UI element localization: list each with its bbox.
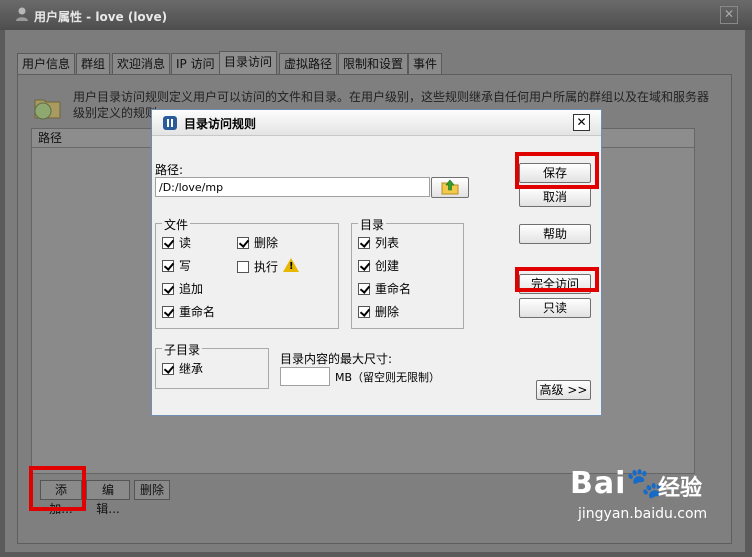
outer-close-icon[interactable]: ✕ bbox=[720, 6, 738, 24]
file-delete-checkbox[interactable]: 删除 bbox=[237, 235, 278, 251]
inherit-label: 继承 bbox=[179, 362, 204, 376]
directory-access-rule-dialog: 目录访问规则 ✕ 路径: 文件 读 写 追加 重命名 删除 执行 ! 目录 列表… bbox=[151, 109, 602, 416]
max-size-label: 目录内容的最大尺寸: bbox=[280, 352, 393, 366]
baidu-logo: Bai🐾 bbox=[570, 466, 665, 501]
read-only-button[interactable]: 只读 bbox=[519, 298, 591, 318]
file-append-label: 追加 bbox=[179, 282, 204, 296]
file-rename-label: 重命名 bbox=[179, 305, 216, 319]
checkbox-box[interactable] bbox=[162, 259, 174, 272]
edit-rule-button[interactable]: 编辑... bbox=[86, 480, 130, 516]
full-access-button[interactable]: 完全访问 bbox=[519, 274, 591, 294]
outer-titlebar: 用户属性 - love (love) ✕ bbox=[0, 0, 752, 30]
max-size-input[interactable] bbox=[280, 367, 330, 386]
checkbox-box[interactable] bbox=[162, 305, 174, 318]
dir-create-label: 创建 bbox=[375, 259, 400, 273]
dialog-title: 目录访问规则 bbox=[184, 117, 257, 131]
cancel-button[interactable]: 取消 bbox=[519, 187, 591, 207]
files-group-label: 文件 bbox=[162, 216, 191, 233]
tab-events[interactable]: 事件 bbox=[408, 53, 443, 74]
checkbox-box[interactable] bbox=[162, 236, 174, 249]
path-label: 路径: bbox=[155, 163, 184, 177]
watermark-site: jingyan.baidu.com bbox=[578, 506, 708, 522]
file-execute-checkbox[interactable]: 执行 bbox=[237, 259, 278, 275]
folder-globe-icon bbox=[34, 99, 61, 120]
tab-ip-access[interactable]: IP 访问 bbox=[171, 53, 220, 74]
tab-virtual-paths[interactable]: 虚拟路径 bbox=[279, 53, 338, 74]
tab-limits-settings[interactable]: 限制和设置 bbox=[338, 53, 409, 74]
dir-rename-label: 重命名 bbox=[375, 282, 412, 296]
file-delete-label: 删除 bbox=[254, 236, 279, 250]
tab-groups[interactable]: 群组 bbox=[76, 53, 111, 74]
file-execute-label: 执行 bbox=[254, 260, 279, 274]
outer-window-title: 用户属性 - love (love) bbox=[34, 10, 168, 24]
dir-rename-checkbox[interactable]: 重命名 bbox=[358, 281, 411, 297]
checkbox-box[interactable] bbox=[162, 282, 174, 295]
subdirectory-group-label: 子目录 bbox=[162, 341, 203, 358]
save-button[interactable]: 保存 bbox=[519, 163, 591, 183]
file-write-checkbox[interactable]: 写 bbox=[162, 258, 191, 274]
help-button[interactable]: 帮助 bbox=[519, 224, 591, 244]
path-input[interactable] bbox=[155, 177, 430, 197]
delete-rule-button[interactable]: 删除 bbox=[134, 480, 170, 500]
subdirectory-group: 子目录 继承 bbox=[155, 341, 269, 389]
warning-exclamation: ! bbox=[289, 261, 294, 272]
jingyan-brand: 经验 bbox=[658, 476, 703, 501]
file-rename-checkbox[interactable]: 重命名 bbox=[162, 304, 215, 320]
app-icon bbox=[163, 116, 177, 130]
directory-group: 目录 列表 创建 重命名 删除 bbox=[351, 216, 464, 329]
browse-path-button[interactable] bbox=[431, 177, 469, 198]
file-read-label: 读 bbox=[179, 236, 192, 250]
tab-welcome-message[interactable]: 欢迎消息 bbox=[112, 53, 171, 74]
checkbox-box[interactable] bbox=[237, 260, 249, 273]
baidu-jingyan-watermark: Bai🐾 经验 jingyan.baidu.com bbox=[570, 466, 707, 522]
checkbox-box[interactable] bbox=[358, 282, 370, 295]
mb-hint: MB（留空则无限制） bbox=[335, 371, 441, 384]
file-read-checkbox[interactable]: 读 bbox=[162, 235, 191, 251]
tab-directory-access[interactable]: 目录访问 bbox=[219, 51, 278, 75]
dir-delete-checkbox[interactable]: 删除 bbox=[358, 304, 399, 320]
dialog-close-icon[interactable]: ✕ bbox=[573, 114, 590, 131]
inherit-checkbox[interactable]: 继承 bbox=[162, 361, 203, 377]
directory-group-label: 目录 bbox=[358, 216, 387, 233]
add-rule-button[interactable]: 添加... bbox=[40, 480, 82, 516]
dir-list-label: 列表 bbox=[375, 236, 400, 250]
file-append-checkbox[interactable]: 追加 bbox=[162, 281, 203, 297]
dialog-titlebar: 目录访问规则 ✕ bbox=[152, 110, 601, 136]
dir-list-checkbox[interactable]: 列表 bbox=[358, 235, 399, 251]
checkbox-box[interactable] bbox=[162, 362, 174, 375]
files-group: 文件 读 写 追加 重命名 删除 执行 ! bbox=[155, 216, 339, 329]
advanced-button[interactable]: 高级 >> bbox=[536, 380, 591, 400]
file-write-label: 写 bbox=[179, 259, 192, 273]
checkbox-box[interactable] bbox=[358, 236, 370, 249]
checkbox-box[interactable] bbox=[358, 259, 370, 272]
user-icon bbox=[16, 7, 28, 21]
dir-create-checkbox[interactable]: 创建 bbox=[358, 258, 399, 274]
dir-delete-label: 删除 bbox=[375, 305, 400, 319]
checkbox-box[interactable] bbox=[237, 236, 249, 249]
checkbox-box[interactable] bbox=[358, 305, 370, 318]
tab-user-info[interactable]: 用户信息 bbox=[17, 53, 76, 74]
folder-up-icon bbox=[441, 179, 459, 195]
